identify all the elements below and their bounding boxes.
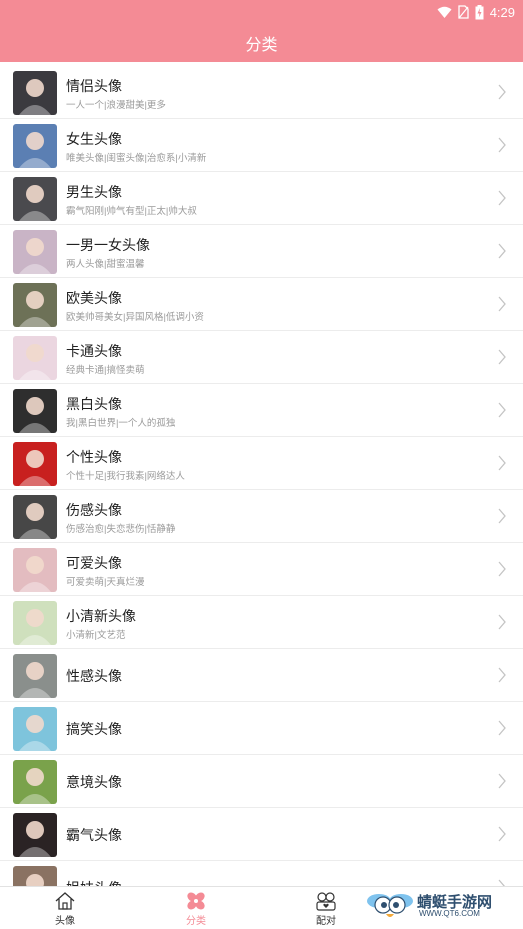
pair-icon xyxy=(316,892,336,911)
tab-label: 配对 xyxy=(316,916,336,927)
category-thumbnail xyxy=(13,601,57,645)
category-row[interactable]: 一男一女头像两人头像|甜蜜温馨 xyxy=(0,225,523,278)
bottom-tab-bar: 头像 分类 配对 蜻蜓手游网 WWW.QT6.COM xyxy=(0,886,523,929)
category-title: 小清新头像 xyxy=(66,608,136,624)
chevron-right-icon xyxy=(498,137,506,153)
category-row[interactable]: 意境头像 xyxy=(0,755,523,808)
category-row[interactable]: 可爱头像可爱卖萌|天真烂漫 xyxy=(0,543,523,596)
category-thumbnail xyxy=(13,177,57,221)
chevron-right-icon xyxy=(498,349,506,365)
category-subtitle: 我|黑白世界|一个人的孤独 xyxy=(66,418,176,429)
tab-pair[interactable]: 配对 xyxy=(296,891,356,927)
category-row[interactable]: 小清新头像小清新|文艺范 xyxy=(0,596,523,649)
chevron-right-icon xyxy=(498,296,506,312)
wifi-icon xyxy=(437,6,452,18)
watermark: 蜻蜓手游网 WWW.QT6.COM xyxy=(365,887,515,923)
category-subtitle: 唯美头像|闺蜜头像|治愈系|小清新 xyxy=(66,153,207,164)
category-list: 情侣头像一人一个|浪漫甜美|更多 女生头像唯美头像|闺蜜头像|治愈系|小清新 男… xyxy=(0,66,523,886)
category-row[interactable]: 情侣头像一人一个|浪漫甜美|更多 xyxy=(0,66,523,119)
tab-label: 头像 xyxy=(55,916,75,927)
category-title: 卡通头像 xyxy=(66,343,122,359)
category-row[interactable]: 伤感头像伤感治愈|失恋悲伤|恬静静 xyxy=(0,490,523,543)
category-title: 欧美头像 xyxy=(66,290,122,306)
tab-category[interactable]: 分类 xyxy=(166,891,226,927)
tab-avatar[interactable]: 头像 xyxy=(35,891,95,927)
category-title: 性感头像 xyxy=(66,668,122,684)
category-thumbnail xyxy=(13,442,57,486)
category-title: 可爱头像 xyxy=(66,555,122,571)
category-row[interactable]: 性感头像 xyxy=(0,649,523,702)
category-subtitle: 霸气阳刚|帅气有型|正太|帅大叔 xyxy=(66,206,197,217)
chevron-right-icon xyxy=(498,561,506,577)
category-subtitle: 一人一个|浪漫甜美|更多 xyxy=(66,100,166,111)
category-title: 搞笑头像 xyxy=(66,721,122,737)
category-row[interactable]: 女生头像唯美头像|闺蜜头像|治愈系|小清新 xyxy=(0,119,523,172)
chevron-right-icon xyxy=(498,720,506,736)
app-header: 4:29 分类 xyxy=(0,0,523,62)
status-time: 4:29 xyxy=(489,4,515,20)
category-title: 女生头像 xyxy=(66,131,122,147)
chevron-right-icon xyxy=(498,508,506,524)
chevron-right-icon xyxy=(498,455,506,471)
category-row[interactable]: 黑白头像我|黑白世界|一个人的孤独 xyxy=(0,384,523,437)
category-subtitle: 可爱卖萌|天真烂漫 xyxy=(66,577,145,588)
category-thumbnail xyxy=(13,336,57,380)
chevron-right-icon xyxy=(498,243,506,259)
category-title: 一男一女头像 xyxy=(66,237,150,253)
category-row[interactable]: 个性头像个性十足|我行我素|网络达人 xyxy=(0,437,523,490)
category-title: 情侣头像 xyxy=(66,78,122,94)
chevron-right-icon xyxy=(498,614,506,630)
category-row[interactable]: 卡通头像经典卡通|搞怪卖萌 xyxy=(0,331,523,384)
category-thumbnail xyxy=(13,654,57,698)
page-title: 分类 xyxy=(245,37,278,54)
category-row[interactable]: 霸气头像 xyxy=(0,808,523,861)
category-thumbnail xyxy=(13,389,57,433)
chevron-right-icon xyxy=(498,667,506,683)
category-thumbnail xyxy=(13,548,57,592)
category-thumbnail xyxy=(13,124,57,168)
category-thumbnail xyxy=(13,283,57,327)
category-title: 伤感头像 xyxy=(66,502,122,518)
battery-charging-icon xyxy=(475,4,484,19)
category-row[interactable]: 姐妹头像 xyxy=(0,861,523,886)
tab-label: 分类 xyxy=(186,916,206,927)
category-title: 霸气头像 xyxy=(66,827,122,843)
chevron-right-icon xyxy=(498,402,506,418)
category-thumbnail xyxy=(13,760,57,804)
status-bar: 4:29 xyxy=(437,3,515,21)
category-subtitle: 个性十足|我行我素|网络达人 xyxy=(66,471,185,482)
category-thumbnail xyxy=(13,866,57,886)
category-subtitle: 经典卡通|搞怪卖萌 xyxy=(66,365,145,376)
category-title: 姐妹头像 xyxy=(66,878,122,886)
chevron-right-icon xyxy=(498,879,505,886)
chevron-right-icon xyxy=(498,773,506,789)
category-subtitle: 两人头像|甜蜜温馨 xyxy=(66,259,145,270)
category-subtitle: 伤感治愈|失恋悲伤|恬静静 xyxy=(66,524,176,535)
no-sim-icon xyxy=(458,5,469,19)
watermark-url: WWW.QT6.COM xyxy=(419,909,480,918)
category-thumbnail xyxy=(13,813,57,857)
category-subtitle: 欧美帅哥美女|异国风格|低调小资 xyxy=(66,312,204,323)
home-icon xyxy=(55,892,75,910)
category-thumbnail xyxy=(13,707,57,751)
chevron-right-icon xyxy=(498,826,506,842)
category-thumbnail xyxy=(13,495,57,539)
chevron-right-icon xyxy=(498,190,506,206)
category-thumbnail xyxy=(13,230,57,274)
category-row[interactable]: 欧美头像欧美帅哥美女|异国风格|低调小资 xyxy=(0,278,523,331)
category-subtitle: 小清新|文艺范 xyxy=(66,630,126,641)
flower-icon xyxy=(187,892,205,910)
dragonfly-logo-icon xyxy=(367,894,413,917)
category-title: 意境头像 xyxy=(66,774,122,790)
category-title: 个性头像 xyxy=(66,449,122,465)
category-row[interactable]: 搞笑头像 xyxy=(0,702,523,755)
chevron-right-icon xyxy=(498,84,506,100)
category-row[interactable]: 男生头像霸气阳刚|帅气有型|正太|帅大叔 xyxy=(0,172,523,225)
category-thumbnail xyxy=(13,71,57,115)
category-title: 黑白头像 xyxy=(66,396,122,412)
category-title: 男生头像 xyxy=(66,184,122,200)
